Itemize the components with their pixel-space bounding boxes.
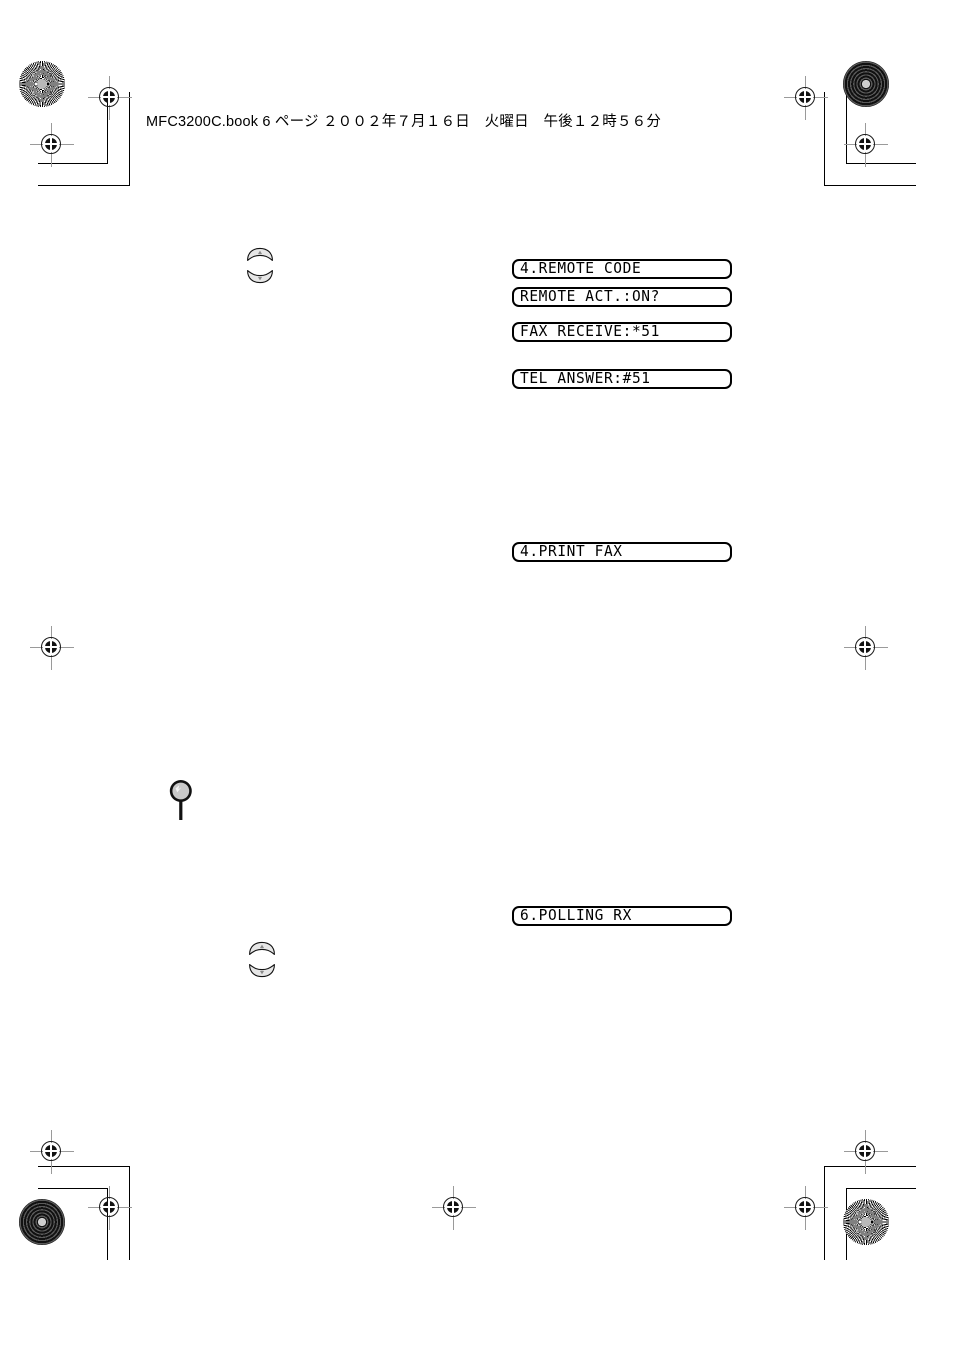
crosshair-center-dot (445, 1199, 461, 1215)
registration-crosshair-icon (88, 76, 132, 120)
registration-crosshair-icon (30, 123, 74, 167)
crop-mark-line (38, 185, 130, 186)
crosshair-center-dot (43, 1143, 59, 1159)
lcd-display-print-fax: 4.PRINT FAX (512, 542, 732, 562)
lcd-display-text: FAX RECEIVE:*51 (520, 323, 660, 341)
lcd-display-text: REMOTE ACT.:ON? (520, 288, 660, 306)
scroll-up-key-icon (246, 247, 274, 261)
scroll-up-key-icon (248, 941, 276, 955)
crosshair-center-dot (43, 639, 59, 655)
lcd-display-remote-code: 4.REMOTE CODE (512, 259, 732, 279)
lcd-display-text: TEL ANSWER:#51 (520, 370, 651, 388)
crosshair-center-dot (857, 1143, 873, 1159)
crop-mark-line (824, 185, 916, 186)
registration-crosshair-icon (844, 123, 888, 167)
registration-crosshair-icon (784, 76, 828, 120)
registration-crosshair-icon (30, 626, 74, 670)
registration-crosshair-icon (784, 1186, 828, 1230)
registration-crosshair-icon (30, 1130, 74, 1174)
crosshair-center-dot (857, 639, 873, 655)
crosshair-center-dot (101, 89, 117, 105)
lcd-display-text: 4.PRINT FAX (520, 543, 623, 561)
registration-crosshair-icon (844, 626, 888, 670)
magnifier-note-icon (168, 778, 194, 822)
crosshair-center-dot (797, 1199, 813, 1215)
registration-rosette-icon (843, 1199, 889, 1245)
lcd-display-fax-receive: FAX RECEIVE:*51 (512, 322, 732, 342)
crosshair-center-dot (101, 1199, 117, 1215)
lcd-display-remote-act: REMOTE ACT.:ON? (512, 287, 732, 307)
lcd-display-text: 6.POLLING RX (520, 907, 632, 925)
lcd-display-polling-rx: 6.POLLING RX (512, 906, 732, 926)
lcd-display-text: 4.REMOTE CODE (520, 260, 642, 278)
crosshair-center-dot (857, 136, 873, 152)
registration-rosette-icon (19, 61, 65, 107)
registration-crosshair-icon (88, 1186, 132, 1230)
crosshair-center-dot (43, 136, 59, 152)
registration-rosette-icon (843, 61, 889, 107)
page-header-stamp: MFC3200C.book 6 ページ ２００２年７月１６日 火曜日 午後１２時… (146, 114, 662, 130)
registration-crosshair-icon (844, 1130, 888, 1174)
crosshair-center-dot (797, 89, 813, 105)
registration-crosshair-icon (432, 1186, 476, 1230)
lcd-display-tel-answer: TEL ANSWER:#51 (512, 369, 732, 389)
scroll-down-key-icon (246, 269, 274, 284)
scroll-down-key-icon (248, 963, 276, 978)
crop-mark-line (846, 1188, 916, 1189)
registration-rosette-icon (19, 1199, 65, 1245)
